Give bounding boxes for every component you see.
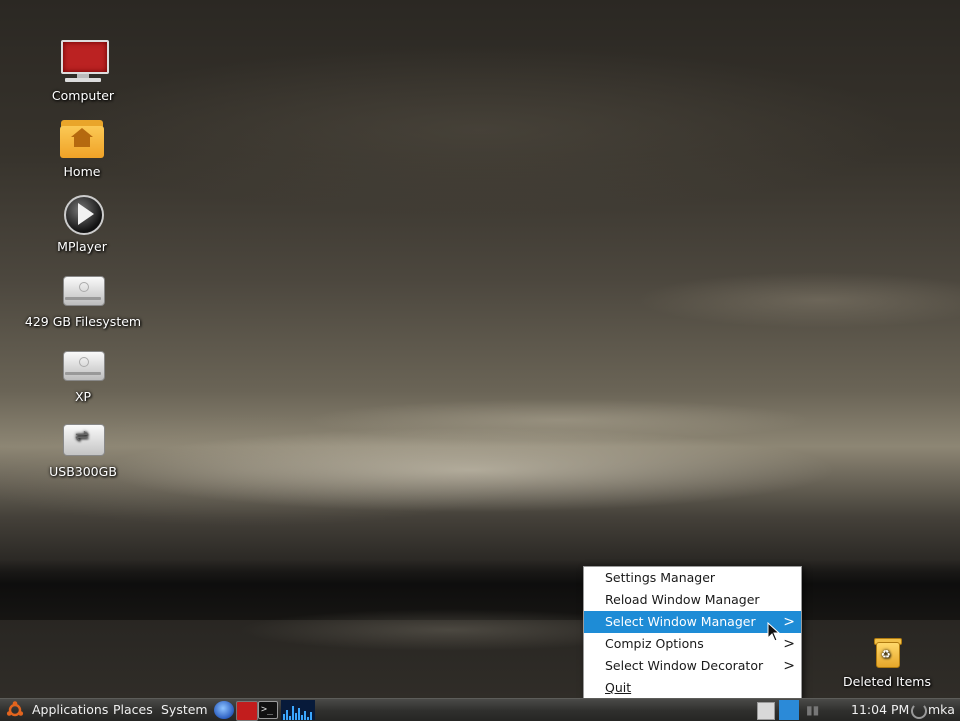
usb-drive-icon: ⇌ [59,414,107,462]
menu-item-settings-manager[interactable]: Settings Manager [584,567,801,589]
chevron-right-icon: > [783,658,795,674]
bottom-panel: Applications Places System >_ ▮▮ 11:04 P… [0,698,960,721]
app-launcher-icon[interactable] [236,701,258,721]
system-monitor-graph[interactable] [281,700,315,720]
tray-compiz-fusion-icon[interactable] [779,700,799,720]
desktop-icon-label: MPlayer [57,239,107,254]
trash-icon: ♻ [863,636,911,672]
desktop-icon-label: USB300GB [49,464,117,479]
desktop-icon-trash[interactable]: ♻ Deleted Items [827,636,947,689]
menu-item-label: Select Window Manager [605,614,756,629]
tray-show-desktop-icon[interactable] [757,702,775,720]
desktop-icon-label: Home [63,164,101,179]
tray-volume-icon[interactable]: ▮▮ [806,703,824,717]
chevron-right-icon: > [783,636,795,652]
panel-menu-places[interactable]: Places [113,699,153,721]
desktop-icon-home[interactable]: Home [22,114,142,179]
menu-item-label: Reload Window Manager [605,592,760,607]
power-icon[interactable] [911,703,927,719]
desktop-icon-mplayer[interactable]: MPlayer [22,189,142,254]
panel-user-name[interactable]: mka [928,699,955,721]
terminal-launcher-icon[interactable]: >_ [258,701,278,719]
home-folder-icon [58,114,106,162]
desktop-icon-label: Computer [51,88,115,103]
menu-item-quit[interactable]: Quit [584,677,801,699]
ubuntu-logo-icon[interactable] [6,701,24,719]
media-player-icon [58,189,106,237]
menu-item-label: Select Window Decorator [605,658,764,673]
hard-drive-icon [59,339,107,387]
desktop-icon-label: XP [74,389,92,404]
chevron-right-icon: > [783,614,795,630]
desktop-icon-label: Deleted Items [843,674,931,689]
hard-drive-icon [59,264,107,312]
desktop-icon-label: 429 GB Filesystem [24,314,142,329]
web-browser-launcher-icon[interactable] [214,701,234,719]
desktop-icon-xp[interactable]: XP [23,339,143,404]
menu-item-label: Settings Manager [605,570,716,585]
menu-item-select-window-decorator[interactable]: Select Window Decorator > [584,655,801,677]
menu-item-label: Quit [605,680,632,695]
desktop-icon-usb[interactable]: ⇌ USB300GB [23,414,143,479]
panel-menu-applications[interactable]: Applications [32,699,108,721]
desktop-icon-computer[interactable]: Computer [23,38,143,103]
panel-clock[interactable]: 11:04 PM [851,699,909,721]
panel-menu-system[interactable]: System [161,699,208,721]
menu-item-reload-window-manager[interactable]: Reload Window Manager [584,589,801,611]
mouse-pointer-icon [767,622,781,642]
computer-icon [59,38,109,86]
desktop-icon-filesystem[interactable]: 429 GB Filesystem [23,264,143,329]
menu-item-label: Compiz Options [605,636,704,651]
